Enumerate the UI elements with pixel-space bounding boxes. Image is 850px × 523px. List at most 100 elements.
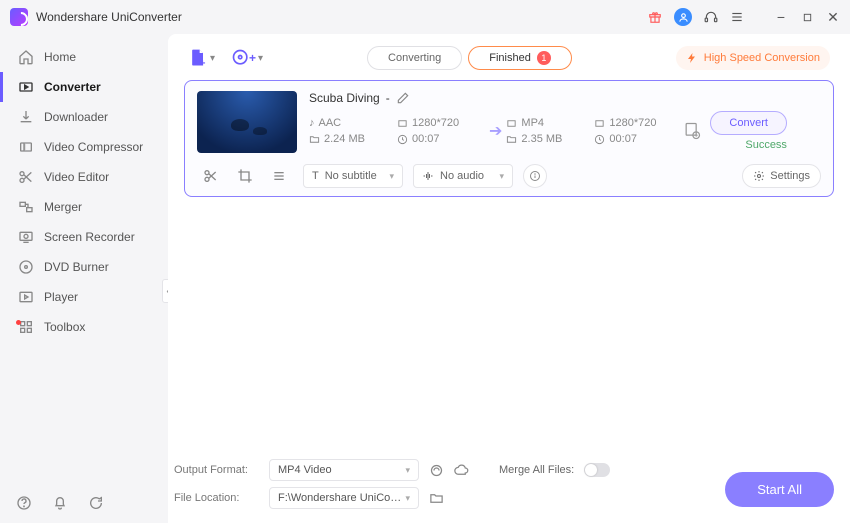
tab-label: Converting	[388, 52, 441, 64]
player-icon	[18, 289, 34, 305]
gpu-icon[interactable]	[429, 463, 444, 478]
sidebar-item-toolbox[interactable]: Toolbox	[0, 312, 168, 342]
thumbnail[interactable]	[197, 91, 297, 153]
sidebar-item-recorder[interactable]: Screen Recorder	[0, 222, 168, 252]
sidebar: Home Converter Downloader Video Compress…	[0, 34, 168, 523]
subtitle-value: No subtitle	[325, 170, 377, 182]
settings-button[interactable]: Settings	[742, 164, 821, 188]
app-logo-icon	[10, 8, 28, 26]
high-speed-label: High Speed Conversion	[704, 52, 820, 64]
compress-icon	[18, 139, 34, 155]
output-settings-icon[interactable]	[682, 121, 702, 141]
audio-value: No audio	[440, 170, 484, 182]
sidebar-item-compressor[interactable]: Video Compressor	[0, 132, 168, 162]
titlebar: Wondershare UniConverter − ✕	[0, 0, 850, 34]
app-title: Wondershare UniConverter	[36, 10, 182, 24]
support-icon[interactable]	[704, 10, 718, 24]
feedback-icon[interactable]	[88, 495, 104, 511]
output-format-select[interactable]: MP4 Video▾	[269, 459, 419, 481]
more-icon[interactable]	[271, 168, 287, 184]
close-button[interactable]: ✕	[826, 10, 840, 24]
tab-finished[interactable]: Finished 1	[468, 46, 572, 70]
badge-dot	[16, 320, 21, 325]
sidebar-item-converter[interactable]: Converter	[0, 72, 168, 102]
sidebar-item-label: Downloader	[44, 110, 108, 124]
folder-icon	[309, 134, 320, 145]
sidebar-item-label: Video Compressor	[44, 140, 143, 154]
sidebar-item-player[interactable]: Player	[0, 282, 168, 312]
target-res: 1280*720	[609, 117, 656, 129]
source-size: 2.24 MB	[324, 133, 365, 145]
add-disc-icon[interactable]: +▾	[231, 48, 263, 68]
target-duration: 00:07	[609, 133, 637, 145]
bell-icon[interactable]	[52, 495, 68, 511]
start-all-button[interactable]: Start All	[725, 472, 834, 507]
file-card: Scuba Diving - ♪AAC 1280*720 2.24 MB	[184, 80, 834, 197]
audio-dropdown[interactable]: No audio▾	[413, 164, 513, 188]
titlebar-right: − ✕	[648, 8, 840, 26]
sidebar-item-label: Converter	[44, 80, 101, 94]
clock-icon	[397, 134, 408, 145]
download-icon	[18, 109, 34, 125]
tab-converting[interactable]: Converting	[367, 46, 462, 70]
lightning-icon	[686, 52, 698, 64]
merge-toggle[interactable]	[584, 463, 610, 477]
sidebar-item-home[interactable]: Home	[0, 42, 168, 72]
home-icon	[18, 49, 34, 65]
hamburger-icon[interactable]	[730, 10, 744, 24]
convert-button[interactable]: Convert	[710, 111, 787, 135]
user-icon[interactable]	[674, 8, 692, 26]
settings-label: Settings	[770, 170, 810, 182]
open-folder-icon[interactable]	[429, 491, 444, 506]
target-codec: MP4	[521, 117, 544, 129]
tab-badge: 1	[537, 51, 551, 65]
folder-icon	[506, 134, 517, 145]
record-icon	[18, 229, 34, 245]
sidebar-item-editor[interactable]: Video Editor	[0, 162, 168, 192]
tabs: Converting Finished 1	[367, 46, 572, 70]
gear-icon	[753, 170, 765, 182]
toolbar: +▾ +▾ Converting Finished 1 High Speed Co…	[184, 46, 834, 80]
arrow-icon: ➔	[485, 121, 506, 141]
edit-icon[interactable]	[396, 91, 410, 105]
scissors-icon	[18, 169, 34, 185]
trim-icon[interactable]	[203, 168, 219, 184]
subtitle-dropdown[interactable]: TNo subtitle▾	[303, 164, 403, 188]
resolution-icon	[397, 118, 408, 129]
minimize-button[interactable]: −	[774, 10, 788, 24]
status-text: Success	[745, 139, 787, 151]
sidebar-item-dvd[interactable]: DVD Burner	[0, 252, 168, 282]
dvd-icon	[18, 259, 34, 275]
sidebar-item-merger[interactable]: Merger	[0, 192, 168, 222]
sidebar-item-label: DVD Burner	[44, 260, 109, 274]
resolution-icon	[594, 118, 605, 129]
merge-icon	[18, 199, 34, 215]
info-button[interactable]	[523, 164, 547, 188]
crop-icon[interactable]	[237, 168, 253, 184]
add-file-icon[interactable]: +▾	[188, 48, 215, 68]
target-size: 2.35 MB	[521, 133, 562, 145]
audio-icon	[422, 170, 434, 182]
video-icon	[506, 118, 517, 129]
file-location-select[interactable]: F:\Wondershare UniConverter▾	[269, 487, 419, 509]
file-title-suffix: -	[386, 91, 390, 105]
subtitle-icon: T	[312, 170, 319, 182]
source-codec: AAC	[319, 117, 342, 129]
converter-icon	[18, 79, 34, 95]
cloud-icon[interactable]	[454, 463, 469, 478]
file-location-value: F:\Wondershare UniConverter	[278, 492, 405, 504]
footer-icons	[16, 495, 104, 511]
titlebar-left: Wondershare UniConverter	[10, 8, 182, 26]
tab-label: Finished	[489, 52, 531, 64]
main-panel: +▾ +▾ Converting Finished 1 High Speed Co…	[168, 34, 850, 523]
music-icon: ♪	[309, 117, 315, 129]
source-duration: 00:07	[412, 133, 440, 145]
help-icon[interactable]	[16, 495, 32, 511]
gift-icon[interactable]	[648, 10, 662, 24]
sidebar-item-label: Home	[44, 50, 76, 64]
high-speed-conversion[interactable]: High Speed Conversion	[676, 46, 830, 70]
maximize-button[interactable]	[800, 10, 814, 24]
clock-icon	[594, 134, 605, 145]
sidebar-item-downloader[interactable]: Downloader	[0, 102, 168, 132]
sidebar-item-label: Player	[44, 290, 78, 304]
